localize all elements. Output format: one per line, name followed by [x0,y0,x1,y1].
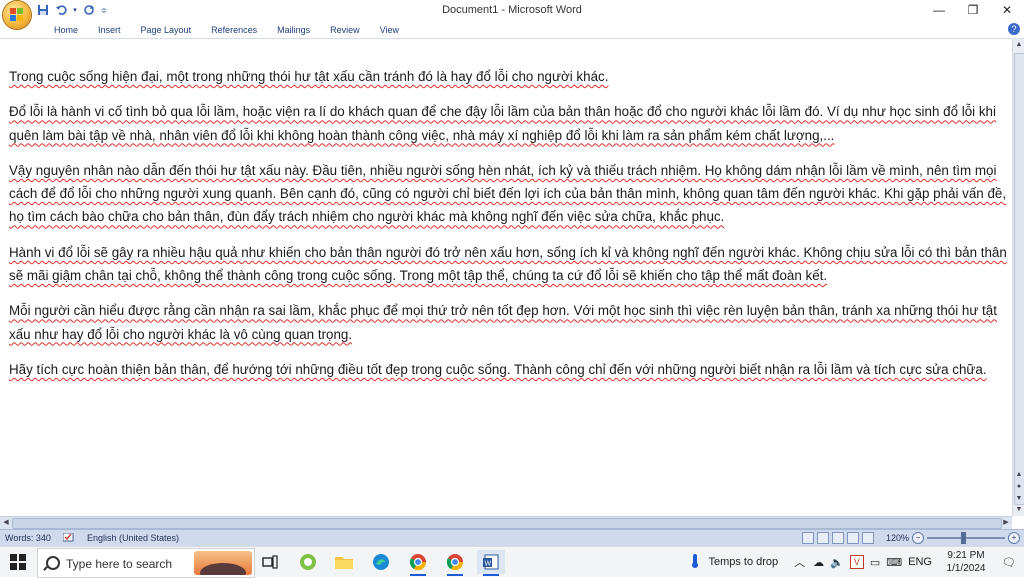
paragraph[interactable]: Trong cuộc sống hiện đại, một trong nhữn… [9,65,1009,88]
scroll-right-icon[interactable]: ▶ [1000,517,1012,529]
svg-text:W: W [485,561,492,568]
tab-home[interactable]: Home [44,23,88,37]
language-status[interactable]: English (United States) [87,533,179,543]
outline-view-icon[interactable] [847,532,859,544]
print-layout-view-icon[interactable] [802,532,814,544]
search-highlight-image [194,551,252,575]
horizontal-scroll-thumb[interactable] [12,518,1002,529]
office-button[interactable] [3,1,31,29]
zoom-slider-knob[interactable] [961,532,966,544]
next-page-icon[interactable]: ▼ [1013,493,1024,504]
full-screen-view-icon[interactable] [817,532,829,544]
scroll-down-icon[interactable]: ▼ [1013,504,1024,516]
taskbar: Type here to search W Temps to drop ︿ ☁ … [0,546,1024,578]
paragraph[interactable]: Hành vi đổ lỗi sẽ gây ra nhiều hậu quả n… [9,241,1009,288]
draft-view-icon[interactable] [862,532,874,544]
file-explorer-icon[interactable] [330,550,358,574]
chrome-profile-icon[interactable] [441,550,469,576]
close-button[interactable]: ✕ [990,0,1024,20]
document-body[interactable]: Trong cuộc sống hiện đại, một trong nhữn… [9,65,1009,393]
status-bar: Words: 340 English (United States) 120% … [0,529,1024,547]
window-title: Document1 - Microsoft Word [442,4,582,16]
battery-icon[interactable]: ▭ [870,556,880,569]
minimize-button[interactable]: — [922,0,956,20]
tab-review[interactable]: Review [320,23,370,37]
scroll-up-icon[interactable]: ▲ [1013,39,1024,51]
word-taskbar-icon[interactable]: W [477,550,505,576]
proofing-icon[interactable] [62,532,75,545]
system-tray: Temps to drop ︿ ☁ 🔈 V ▭ ⌨ ENG 9:21 PM 1/… [688,547,1024,577]
paragraph[interactable]: Đổ lỗi là hành vi cố tình bỏ qua lỗi lầm… [9,100,1009,147]
horizontal-scrollbar[interactable]: ◀ ▶ [0,516,1012,529]
keyboard-icon[interactable]: ⌨ [886,556,902,569]
taskbar-search-box[interactable]: Type here to search [37,548,255,578]
notifications-icon[interactable]: 🗨 [994,556,1024,569]
zoom-out-button[interactable]: − [912,532,924,544]
ribbon-tab-strip: Home Insert Page Layout References Maili… [0,21,1024,39]
tab-mailings[interactable]: Mailings [267,23,320,37]
tab-view[interactable]: View [370,23,409,37]
restore-button[interactable]: ❐ [956,0,990,20]
word-count[interactable]: Words: 340 [5,533,51,543]
scroll-left-icon[interactable]: ◀ [0,517,12,529]
clock[interactable]: 9:21 PM 1/1/2024 [938,549,994,575]
office-logo-icon [10,8,24,22]
vertical-scrollbar[interactable]: ▲ ▲ ● ▼ ▼ [1012,39,1024,516]
previous-page-icon[interactable]: ▲ [1013,469,1024,480]
task-view-icon[interactable] [256,550,284,574]
zoom-controls: 120% − + [802,531,1020,545]
window-controls: — ❐ ✕ [922,0,1024,20]
help-icon[interactable]: ? [1008,23,1020,35]
vertical-scroll-thumb[interactable] [1014,53,1024,505]
edge-icon[interactable] [367,550,395,574]
chrome-icon[interactable] [404,550,432,576]
windows-logo-icon [10,554,26,570]
input-language[interactable]: ENG [908,556,932,568]
zoom-slider[interactable] [927,532,1005,544]
tab-references[interactable]: References [201,23,267,37]
zoom-in-button[interactable]: + [1008,532,1020,544]
tab-page-layout[interactable]: Page Layout [131,23,202,37]
tab-insert[interactable]: Insert [88,23,131,37]
select-browse-object-icon[interactable]: ● [1013,481,1024,492]
paragraph[interactable]: Hãy tích cực hoàn thiện bản thân, để hướ… [9,358,1009,381]
weather-text[interactable]: Temps to drop [708,556,778,568]
clock-date: 1/1/2024 [946,563,986,574]
start-button[interactable] [0,547,36,577]
document-area[interactable]: Trong cuộc sống hiện đại, một trong nhữn… [0,39,1012,516]
unikey-icon[interactable]: V [849,555,864,569]
volume-icon[interactable]: 🔈 [830,556,844,569]
wechat-icon[interactable] [294,550,322,574]
zoom-level[interactable]: 120% [883,533,909,543]
paragraph[interactable]: Vậy nguyên nhân nào dẫn đến thói hư tật … [9,159,1009,229]
search-icon [46,556,60,570]
clock-time: 9:21 PM [947,550,985,561]
paragraph[interactable]: Mỗi người cần hiểu được rằng cần nhận ra… [9,299,1009,346]
show-hidden-icons-icon[interactable]: ︿ [794,554,805,570]
web-layout-view-icon[interactable] [832,532,844,544]
title-bar: ▾ ≑ Document1 - Microsoft Word — ❐ ✕ [0,0,1024,21]
onedrive-icon[interactable]: ☁ [813,556,824,569]
search-placeholder: Type here to search [66,557,173,571]
weather-icon[interactable] [688,553,702,572]
